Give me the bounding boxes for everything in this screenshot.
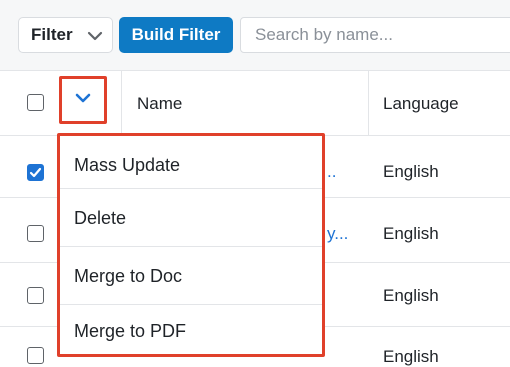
language-cell: English: [383, 286, 439, 305]
column-header-name[interactable]: Name: [137, 94, 182, 114]
build-filter-button[interactable]: Build Filter: [119, 17, 233, 53]
column-divider: [368, 71, 369, 135]
filter-label: Filter: [31, 25, 73, 44]
checkmark-icon: [29, 167, 42, 178]
menu-item-label: Mass Update: [74, 154, 181, 175]
column-header-language[interactable]: Language: [383, 94, 459, 114]
mass-actions-toggle[interactable]: [59, 76, 107, 124]
row-checkbox[interactable]: [27, 347, 44, 364]
record-name-link[interactable]: ..: [327, 162, 336, 182]
menu-item-merge-to-pdf[interactable]: Merge to PDF: [60, 302, 322, 360]
menu-item-label: Delete: [74, 207, 127, 228]
menu-item-mass-update[interactable]: Mass Update: [60, 136, 322, 194]
build-filter-label: Build Filter: [131, 25, 221, 44]
language-cell: English: [383, 224, 439, 243]
column-divider: [121, 71, 122, 135]
row-checkbox[interactable]: [27, 225, 44, 242]
menu-item-label: Merge to PDF: [74, 320, 187, 341]
menu-item-merge-to-doc[interactable]: Merge to Doc: [60, 247, 322, 305]
search-input[interactable]: [240, 17, 510, 53]
mass-actions-menu: Mass Update Delete Merge to Doc Merge to…: [57, 133, 325, 357]
menu-item-label: Merge to Doc: [74, 265, 183, 286]
row-checkbox[interactable]: [27, 164, 44, 181]
record-name-link[interactable]: y...: [327, 224, 348, 244]
chevron-down-icon: [75, 91, 91, 109]
filter-button[interactable]: Filter: [18, 17, 113, 53]
chevron-down-icon: [87, 28, 103, 48]
row-checkbox[interactable]: [27, 287, 44, 304]
select-all-checkbox[interactable]: [27, 94, 44, 111]
menu-item-delete[interactable]: Delete: [60, 189, 322, 247]
language-cell: English: [383, 162, 439, 181]
language-cell: English: [383, 347, 439, 366]
